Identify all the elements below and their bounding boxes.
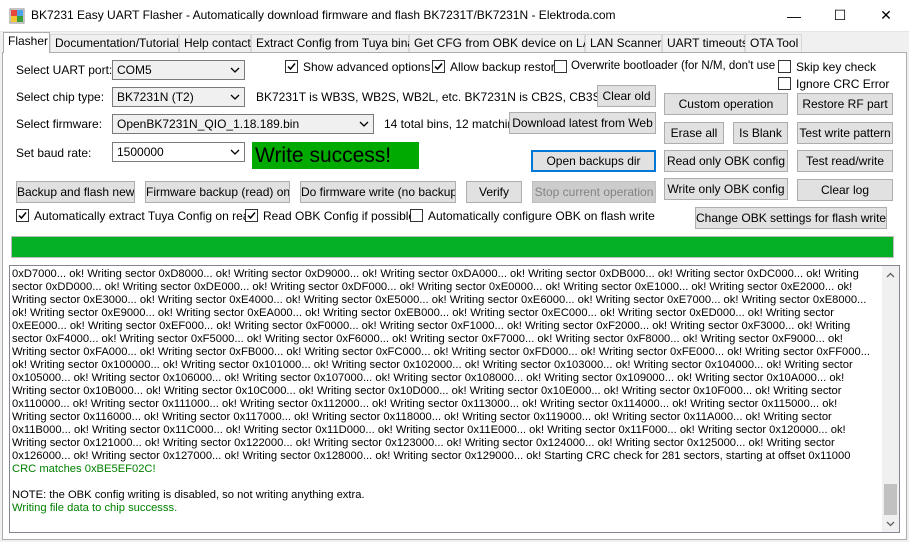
chevron-down-icon — [886, 521, 895, 526]
firmware-write-button[interactable]: Do firmware write (no backup!) — [300, 181, 456, 203]
auto-extract-tuya-checkbox[interactable] — [16, 209, 29, 222]
read-obk-config-label: Read OBK Config if possible — [263, 209, 416, 223]
test-write-pattern-button[interactable]: Test write pattern — [797, 122, 893, 144]
baud-rate-value: 1500000 — [117, 145, 164, 159]
test-read-write-button[interactable]: Test read/write — [797, 150, 893, 172]
tab-get-cfg[interactable]: Get CFG from OBK device on LAN — [409, 34, 599, 52]
chip-type-label: Select chip type: — [16, 90, 105, 104]
log-final: Writing file data to chip successs. — [12, 502, 178, 514]
checkmark-icon — [247, 212, 256, 220]
skip-key-check-checkbox[interactable] — [778, 60, 791, 73]
log-note: NOTE: the OBK config writing is disabled… — [12, 489, 365, 501]
status-message: Write success! — [252, 142, 419, 169]
checkmark-icon — [434, 63, 443, 71]
close-button[interactable]: ✕ — [863, 0, 909, 31]
progress-fill — [12, 237, 893, 257]
allow-backup-restore-checkbox[interactable] — [432, 60, 445, 73]
chevron-down-icon — [230, 149, 240, 155]
show-advanced-checkbox[interactable] — [285, 60, 298, 73]
chevron-up-icon — [886, 272, 895, 277]
chevron-down-icon — [230, 67, 240, 73]
auto-configure-obk-checkbox[interactable] — [410, 209, 423, 222]
auto-configure-obk-label: Automatically configure OBK on flash wri… — [428, 209, 655, 223]
erase-all-button[interactable]: Erase all — [664, 122, 724, 144]
open-backups-button[interactable]: Open backups dir — [531, 150, 656, 172]
auto-extract-tuya-label: Automatically extract Tuya Config on rea… — [34, 209, 257, 223]
tab-lan-scanner[interactable]: LAN Scanner — [585, 34, 662, 52]
progress-bar — [11, 236, 894, 258]
overwrite-bootloader-checkbox[interactable] — [554, 60, 567, 73]
checkmark-icon — [18, 212, 27, 220]
ignore-crc-label: Ignore CRC Error — [796, 77, 890, 91]
overwrite-bootloader-label: Overwrite bootloader (for N/M, don't use… — [571, 60, 788, 72]
tab-help-contact[interactable]: Help contact — [179, 34, 251, 52]
tab-extract-config[interactable]: Extract Config from Tuya binary — [251, 34, 424, 52]
minimize-icon: — — [787, 7, 801, 24]
scroll-thumb[interactable] — [884, 484, 897, 515]
stop-operation-button[interactable]: Stop current operation — [532, 181, 656, 203]
title-bar: BK7231 Easy UART Flasher - Automatically… — [0, 0, 909, 32]
show-advanced-label: Show advanced options — [303, 60, 431, 74]
uart-port-label: Select UART port: — [16, 63, 113, 77]
uart-port-value: COM5 — [117, 63, 152, 77]
custom-operation-button[interactable]: Custom operation — [664, 93, 788, 115]
log-text: 0xD7000... ok! Writing sector 0xD8000...… — [12, 268, 872, 515]
window-title: BK7231 Easy UART Flasher - Automatically… — [31, 8, 616, 22]
log-main: 0xD7000... ok! Writing sector 0xD8000...… — [12, 268, 871, 462]
log-output[interactable]: 0xD7000... ok! Writing sector 0xD8000...… — [9, 265, 900, 533]
tab-documentation[interactable]: Documentation/Tutorials — [50, 34, 185, 52]
tab-flasher[interactable]: Flasher — [3, 32, 50, 53]
log-scrollbar[interactable] — [882, 266, 899, 532]
app-icon — [9, 8, 25, 24]
ignore-crc-checkbox[interactable] — [778, 77, 791, 90]
baud-rate-select[interactable]: 1500000 — [112, 142, 245, 162]
bins-info-text: 14 total bins, 12 matching. — [384, 117, 525, 131]
chip-type-select[interactable]: BK7231N (T2) — [112, 87, 245, 107]
chip-info-text: BK7231T is WB3S, WB2S, WB2L, etc. BK7231… — [256, 90, 624, 104]
maximize-button[interactable]: ☐ — [817, 0, 863, 31]
scroll-up-button[interactable] — [882, 266, 899, 283]
baud-rate-label: Set baud rate: — [16, 146, 92, 160]
backup-and-flash-button[interactable]: Backup and flash new — [16, 181, 135, 203]
read-only-obk-config-button[interactable]: Read only OBK config — [664, 150, 788, 172]
write-only-obk-config-button[interactable]: Write only OBK config — [664, 178, 788, 200]
log-blank-line — [12, 476, 872, 489]
firmware-select[interactable]: OpenBK7231N_QIO_1.18.189.bin — [112, 114, 374, 134]
tab-ota-tool[interactable]: OTA Tool — [745, 34, 802, 52]
skip-key-check-label: Skip key check — [796, 60, 877, 74]
chip-type-value: BK7231N (T2) — [117, 90, 194, 104]
tab-uart-timeouts[interactable]: UART timeouts — [662, 34, 748, 52]
firmware-label: Select firmware: — [16, 117, 103, 131]
maximize-icon: ☐ — [833, 7, 847, 23]
read-obk-config-checkbox[interactable] — [245, 209, 258, 222]
change-obk-settings-button[interactable]: Change OBK settings for flash write — [695, 207, 887, 229]
firmware-backup-button[interactable]: Firmware backup (read) only — [145, 181, 290, 203]
is-blank-button[interactable]: Is Blank — [733, 122, 788, 144]
chevron-down-icon — [359, 121, 369, 127]
chevron-down-icon — [230, 94, 240, 100]
firmware-value: OpenBK7231N_QIO_1.18.189.bin — [117, 117, 300, 131]
checkmark-icon — [287, 63, 296, 71]
clear-old-button[interactable]: Clear old — [597, 85, 656, 107]
verify-button[interactable]: Verify — [466, 181, 522, 203]
uart-port-select[interactable]: COM5 — [112, 60, 245, 80]
allow-backup-restore-label: Allow backup restore — [450, 60, 562, 74]
download-latest-button[interactable]: Download latest from Web — [509, 112, 656, 134]
restore-rf-button[interactable]: Restore RF part — [797, 93, 893, 115]
minimize-button[interactable]: — — [771, 0, 817, 31]
clear-log-button[interactable]: Clear log — [797, 179, 893, 201]
scroll-down-button[interactable] — [882, 515, 899, 532]
log-crc: CRC matches 0xBE5EF02C! — [12, 463, 156, 475]
close-icon: ✕ — [880, 7, 892, 23]
